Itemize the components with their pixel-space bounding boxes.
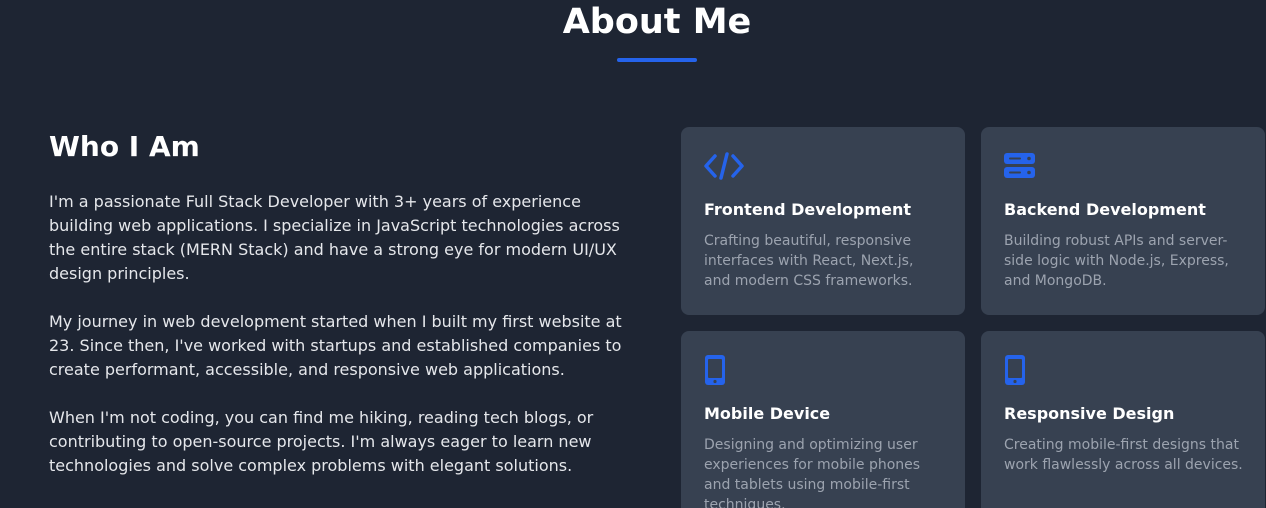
card-description: Building robust APIs and server-side log… [1004, 233, 1229, 289]
section-title: About Me [562, 2, 752, 42]
card-title: Responsive Design [1004, 404, 1175, 423]
card-title: Frontend Development [704, 200, 911, 219]
about-section: About Me Who I Am I'm a passionate Full … [0, 0, 1266, 508]
code-icon [704, 152, 744, 180]
title-underline [617, 58, 697, 62]
mobile-icon [1005, 355, 1025, 385]
skill-card-mobile-device: Mobile Device Designing and optimizing u… [681, 331, 965, 508]
bio-paragraph-3: When I'm not coding, you can find me hik… [49, 408, 594, 475]
card-title: Backend Development [1004, 200, 1206, 219]
card-title: Mobile Device [704, 404, 831, 423]
skill-card-frontend: Frontend Development Crafting beautiful,… [681, 127, 965, 315]
card-description: Creating mobile-first designs that work … [1004, 437, 1243, 473]
bio-paragraph-2: My journey in web development started wh… [49, 312, 622, 379]
card-description: Designing and optimizing user experience… [704, 437, 921, 508]
card-description: Crafting beautiful, responsive interface… [704, 233, 914, 289]
skill-card-backend: Backend Development Building robust APIs… [981, 127, 1265, 315]
skill-card-responsive-design: Responsive Design Creating mobile-first … [981, 331, 1265, 508]
who-i-am-heading: Who I Am [49, 130, 200, 163]
bio-paragraph-1: I'm a passionate Full Stack Developer wi… [49, 192, 620, 283]
mobile-icon [705, 355, 725, 385]
server-icon [1004, 153, 1035, 178]
